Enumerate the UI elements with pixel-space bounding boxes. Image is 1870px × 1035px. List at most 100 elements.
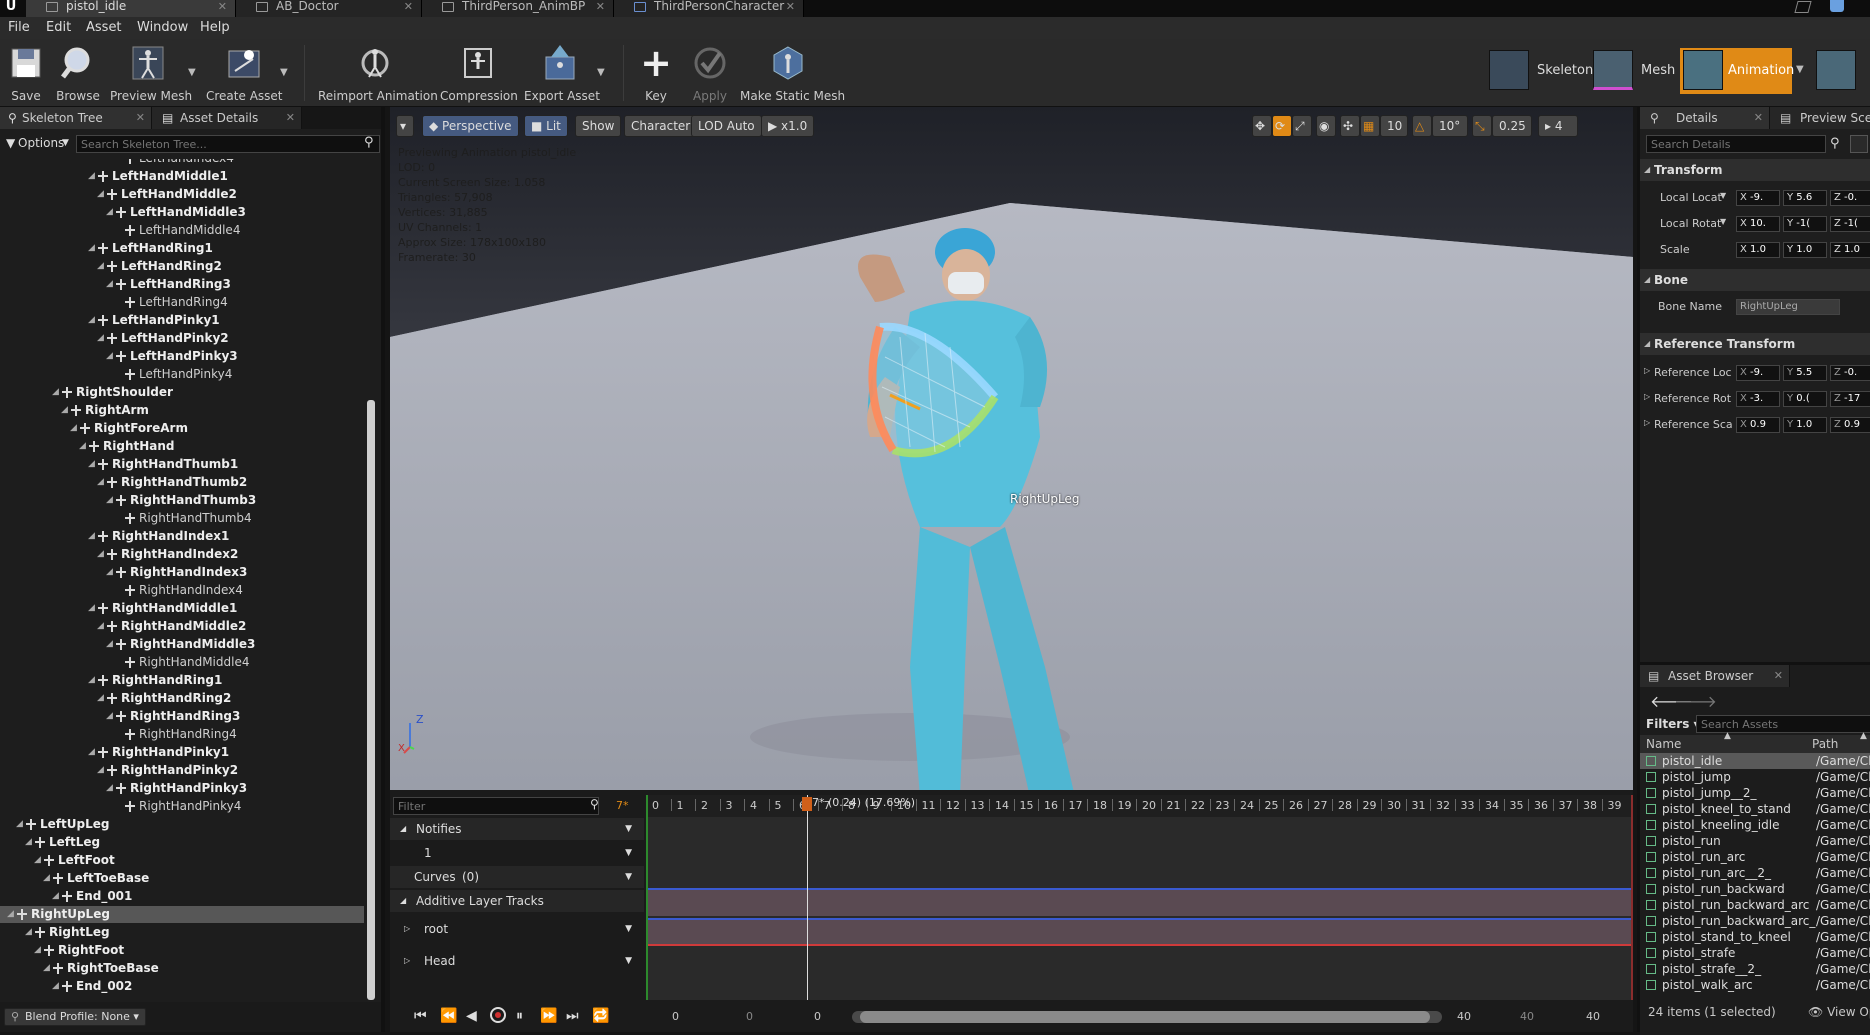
- tree-row[interactable]: ◢ RightShoulder: [0, 384, 364, 401]
- local-location-z[interactable]: Z -0.: [1830, 190, 1870, 206]
- tree-row[interactable]: ◢ End_002: [0, 978, 364, 995]
- chevron-down-icon[interactable]: ▼: [1720, 217, 1726, 226]
- expand-arrow-icon[interactable]: ◢: [52, 888, 59, 905]
- expand-arrow-icon[interactable]: ◢: [106, 276, 113, 293]
- tab-asset-browser[interactable]: ▤ Asset Browser ✕: [1640, 665, 1790, 687]
- play-reverse-icon[interactable]: ◀: [466, 1008, 477, 1024]
- asset-row[interactable]: pistol_run_arc__2_ /Game/Ch: [1640, 865, 1870, 881]
- playback-speed-button[interactable]: ▶ x1.0: [761, 115, 815, 137]
- tree-row[interactable]: ◢ LeftHandPinky3: [0, 348, 364, 365]
- expand-arrow-icon[interactable]: ◢: [97, 330, 104, 347]
- scale-z[interactable]: Z 1.0: [1830, 242, 1870, 258]
- viewport-options-button[interactable]: ▾: [396, 115, 414, 137]
- tree-row[interactable]: ◢ RightHandPinky1: [0, 744, 364, 761]
- tree-row[interactable]: RightHandRing4: [0, 726, 364, 743]
- tab-thirdperson-animbp[interactable]: ThirdPerson_AnimBP ✕: [422, 0, 614, 17]
- options-dropdown[interactable]: Options: [18, 136, 64, 150]
- camera-speed-button[interactable]: ▸ 4: [1538, 115, 1578, 137]
- tree-row[interactable]: LeftHandRing4: [0, 294, 364, 311]
- range-start-value[interactable]: 0: [746, 1010, 753, 1023]
- tree-row[interactable]: ◢ RightHandIndex3: [0, 564, 364, 581]
- scale-snap-value[interactable]: 0.25: [1492, 115, 1532, 137]
- close-icon[interactable]: ✕: [1774, 665, 1783, 687]
- expand-arrow-icon[interactable]: ◢: [70, 420, 77, 437]
- expand-arrow-icon[interactable]: ◢: [97, 618, 104, 635]
- mode-animation-tab[interactable]: Animation: [1680, 48, 1794, 94]
- tree-row[interactable]: ◢ RightForeArm: [0, 420, 364, 437]
- close-icon[interactable]: ✕: [218, 0, 227, 13]
- expand-arrow-icon[interactable]: ◢: [97, 474, 104, 491]
- local-location-y[interactable]: Y 5.6: [1783, 190, 1827, 206]
- chevron-down-icon[interactable]: ▼: [625, 866, 632, 888]
- expand-arrow-icon[interactable]: ◢: [7, 906, 14, 923]
- asset-row[interactable]: pistol_strafe/Game/Ch: [1640, 945, 1870, 961]
- tab-asset-details[interactable]: ▤ Asset Details ✕: [152, 107, 302, 129]
- chevron-right-icon[interactable]: ▷: [1644, 392, 1650, 401]
- close-icon[interactable]: ✕: [404, 0, 413, 13]
- expand-arrow-icon[interactable]: ◢: [52, 384, 59, 401]
- expand-arrow-icon[interactable]: ◢: [106, 204, 113, 221]
- range-start-value[interactable]: 0: [672, 1010, 679, 1023]
- expand-arrow-icon[interactable]: ◢: [106, 636, 113, 653]
- tree-row[interactable]: ◢ RightHandPinky2: [0, 762, 364, 779]
- expand-arrow-icon[interactable]: ◢: [97, 186, 104, 203]
- notify-track-row[interactable]: 1 ▼: [390, 842, 644, 864]
- rotate-mode-icon[interactable]: ⟳: [1272, 115, 1292, 137]
- asset-row[interactable]: pistol_strafe__2_ /Game/Ch: [1640, 961, 1870, 977]
- menu-edit[interactable]: Edit: [46, 20, 71, 35]
- make-static-mesh-button[interactable]: Make Static Mesh: [740, 41, 845, 103]
- expand-arrow-icon[interactable]: ◢: [106, 780, 113, 797]
- tree-row[interactable]: ◢ RightHandThumb1: [0, 456, 364, 473]
- track-root-row[interactable]: ▷ root ▼: [390, 918, 644, 942]
- mode-skeleton-tab[interactable]: Skeleton: [1487, 48, 1599, 94]
- step-forward-icon[interactable]: ⏩: [540, 1008, 557, 1024]
- menu-file[interactable]: File: [8, 20, 30, 35]
- tree-row[interactable]: ◢ End_001: [0, 888, 364, 905]
- scale-y[interactable]: Y 1.0: [1783, 242, 1827, 258]
- export-asset-button[interactable]: Export Asset: [524, 41, 600, 103]
- tree-row[interactable]: LeftHandPinky4: [0, 366, 364, 383]
- asset-row[interactable]: pistol_run/Game/Ch: [1640, 833, 1870, 849]
- track-filter-input[interactable]: [393, 797, 599, 815]
- expand-arrow-icon[interactable]: ◢: [97, 546, 104, 563]
- curves-row[interactable]: Curves (0) ▼: [390, 866, 644, 888]
- close-icon[interactable]: ✕: [286, 107, 295, 129]
- tab-details[interactable]: ⚲ Details ✕: [1640, 107, 1770, 129]
- character-button[interactable]: Character: [624, 115, 698, 137]
- local-location-x[interactable]: X -9.: [1736, 190, 1780, 206]
- tab-skeleton-tree[interactable]: ⚲ Skeleton Tree ✕: [0, 107, 152, 129]
- property-matrix-icon[interactable]: [1850, 135, 1868, 153]
- preview-mesh-button[interactable]: Preview Mesh: [110, 41, 192, 103]
- local-rotation-z[interactable]: Z -1(: [1830, 216, 1870, 232]
- chevron-down-icon[interactable]: ▼: [597, 67, 605, 78]
- tree-row[interactable]: ◢ RightHandMiddle3: [0, 636, 364, 653]
- grid-snap-value[interactable]: 10: [1380, 115, 1408, 137]
- chevron-down-icon[interactable]: ▼: [625, 950, 632, 972]
- tree-row[interactable]: ◢ RightToeBase: [0, 960, 364, 977]
- asset-row[interactable]: pistol_jump/Game/Ch: [1640, 769, 1870, 785]
- scale-x[interactable]: X 1.0: [1736, 242, 1780, 258]
- tree-row[interactable]: ◢ LeftHandMiddle3: [0, 204, 364, 221]
- expand-arrow-icon[interactable]: ◢: [97, 258, 104, 275]
- expand-arrow-icon[interactable]: ◢: [79, 438, 86, 455]
- tree-row[interactable]: RightHandIndex4: [0, 582, 364, 599]
- expand-arrow-icon[interactable]: ◢: [25, 924, 32, 941]
- pause-icon[interactable]: ⏸: [516, 1008, 523, 1024]
- blend-profile-dropdown[interactable]: ⚲ Blend Profile: None ▾: [4, 1008, 146, 1026]
- chevron-down-icon[interactable]: ▼: [1720, 191, 1726, 200]
- expand-arrow-icon[interactable]: ◢: [61, 402, 68, 419]
- save-button[interactable]: Save: [4, 41, 48, 103]
- tree-row[interactable]: ◢ RightFoot: [0, 942, 364, 959]
- close-icon[interactable]: ✕: [1754, 107, 1763, 129]
- tree-row[interactable]: ◢ LeftHandMiddle1: [0, 168, 364, 185]
- tree-row[interactable]: ◢ LeftHandRing2: [0, 258, 364, 275]
- translate-mode-icon[interactable]: ✥: [1252, 115, 1272, 137]
- chevron-down-icon[interactable]: ▼: [188, 67, 196, 78]
- asset-row[interactable]: pistol_kneeling_idle/Game/Ch: [1640, 817, 1870, 833]
- tree-row[interactable]: ◢ RightHandMiddle1: [0, 600, 364, 617]
- expand-arrow-icon[interactable]: ◢: [43, 870, 50, 887]
- chevron-down-icon[interactable]: ▼: [280, 67, 288, 78]
- range-end-value[interactable]: 40: [1520, 1010, 1534, 1023]
- tree-row[interactable]: ◢ LeftToeBase: [0, 870, 364, 887]
- tree-row[interactable]: ◢ RightHand: [0, 438, 364, 455]
